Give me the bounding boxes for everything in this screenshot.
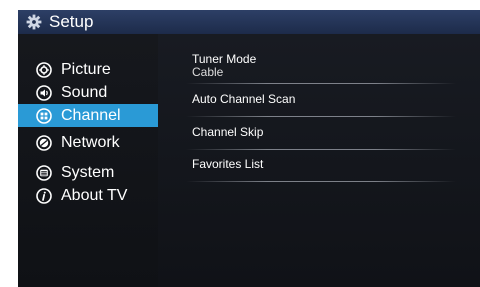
sidebar-item-label: Network — [61, 133, 120, 151]
info-icon — [36, 187, 52, 204]
title-bar: Setup — [18, 10, 480, 34]
network-globe-icon — [36, 134, 52, 151]
menu-item-label: Channel Skip — [192, 125, 264, 139]
tuner-mode-value: Cable — [192, 65, 224, 79]
gear-icon — [26, 14, 42, 30]
divider — [186, 181, 456, 182]
divider — [186, 149, 456, 150]
sidebar-item-label: About TV — [61, 186, 128, 204]
speaker-icon — [36, 84, 52, 101]
menu-item-label: Tuner Mode — [192, 52, 257, 66]
channel-settings-panel: Tuner Mode Cable Auto Channel Scan Chann… — [158, 34, 480, 287]
menu-item-label: Favorites List — [192, 157, 264, 171]
picture-settings-icon — [36, 61, 52, 78]
channel-skip-item[interactable]: Channel Skip — [192, 126, 442, 139]
sidebar-item-channel[interactable]: Channel — [18, 104, 160, 127]
auto-channel-scan-item[interactable]: Auto Channel Scan — [192, 93, 442, 106]
sidebar-menu: Picture Sound Channel Network System Abo… — [18, 34, 160, 287]
sidebar-item-picture[interactable]: Picture — [18, 58, 160, 81]
tuner-mode-item[interactable]: Tuner Mode Cable — [192, 53, 442, 79]
sidebar-item-label: System — [61, 163, 115, 181]
menu-item-label: Auto Channel Scan — [192, 92, 296, 106]
sidebar-item-system[interactable]: System — [18, 161, 160, 184]
sidebar-item-network[interactable]: Network — [18, 131, 160, 154]
favorites-list-item[interactable]: Favorites List — [192, 158, 442, 171]
channel-grid-icon — [36, 107, 52, 124]
divider — [186, 83, 456, 84]
sidebar-item-label: Picture — [61, 60, 111, 78]
sidebar-item-about-tv[interactable]: About TV — [18, 184, 160, 207]
system-icon — [36, 164, 52, 181]
divider — [186, 116, 456, 117]
sidebar-item-label: Sound — [61, 83, 108, 101]
sidebar-item-sound[interactable]: Sound — [18, 81, 160, 104]
tv-setup-screen: Setup Picture Sound Channel Network Syst… — [18, 10, 480, 287]
page-title: Setup — [49, 12, 94, 31]
sidebar-item-label: Channel — [61, 106, 121, 124]
